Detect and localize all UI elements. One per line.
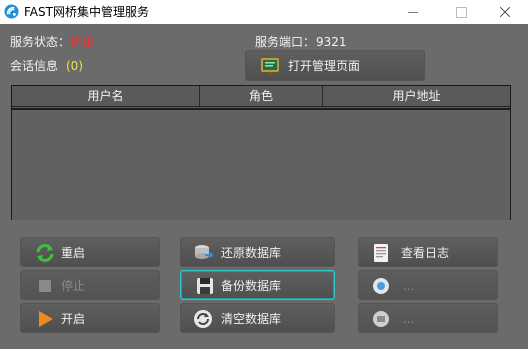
database-restore-icon [195,245,213,259]
column-header-role[interactable]: 角色 [200,86,323,106]
hidden-action-button-2[interactable]: ... [358,303,498,333]
open-admin-page-button[interactable]: 打开管理页面 [245,50,425,81]
title-bar: FAST网桥集中管理服务 [0,0,528,24]
service-port-value: 9321 [316,35,347,49]
app-icon [4,4,19,19]
clear-refresh-icon [194,310,212,328]
restore-database-label: 还原数据库 [221,246,282,260]
table-header: 用户名 角色 用户地址 [12,86,510,107]
floppy-disk-icon [197,278,213,294]
restart-button[interactable]: 重启 [20,237,160,267]
stop-button[interactable]: 停止 [20,270,160,300]
open-admin-page-label: 打开管理页面 [288,59,361,73]
close-button[interactable] [482,0,528,24]
backup-database-label: 备份数据库 [221,279,282,293]
stop-label: 停止 [61,279,86,293]
view-log-button[interactable]: 查看日志 [358,237,498,267]
backup-database-button[interactable]: 备份数据库 [180,270,335,300]
column-header-user-address[interactable]: 用户地址 [323,86,510,106]
tray-icon [373,311,389,327]
start-label: 开启 [61,312,86,326]
view-log-label: 查看日志 [401,246,450,260]
service-status-label: 服务状态： [10,35,71,49]
restart-label: 重启 [61,246,86,260]
service-port-label: 服务端口： [255,35,316,49]
start-button[interactable]: 开启 [20,303,160,333]
tray-icon [373,278,389,294]
table-body[interactable] [12,108,510,220]
clear-database-button[interactable]: 清空数据库 [180,303,335,333]
maximize-button[interactable] [438,0,484,24]
refresh-icon [36,244,54,262]
column-header-username[interactable]: 用户名 [12,86,200,106]
hidden-action-label-2: ... [403,312,415,326]
play-icon [39,311,53,327]
user-table: 用户名 角色 用户地址 [11,85,511,220]
hidden-action-button-1[interactable]: ... [358,270,498,300]
monitor-icon [261,58,279,75]
stop-icon [39,280,51,292]
window-title: FAST网桥集中管理服务 [24,5,149,19]
session-info-label: 会话信息 [10,59,59,73]
service-status-value: 停止 [70,35,95,49]
restore-database-button[interactable]: 还原数据库 [180,237,335,267]
minimize-button[interactable] [390,0,436,24]
session-count: (0) [66,59,83,73]
close-icon [500,7,510,17]
clear-database-label: 清空数据库 [221,312,282,326]
hidden-action-label-1: ... [403,279,415,293]
log-document-icon [374,244,388,262]
